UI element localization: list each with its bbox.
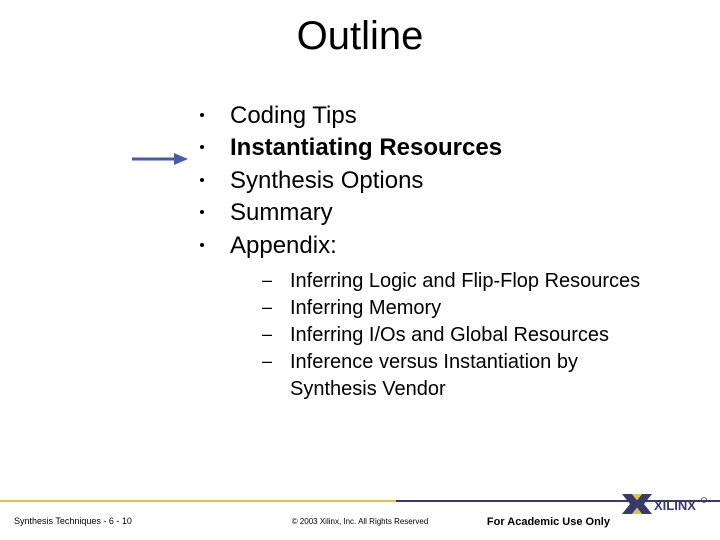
item-text: Coding Tips (230, 102, 357, 129)
footer-copyright: © 2003 Xilinx, Inc. All Rights Reserved (0, 517, 720, 526)
subitem-text: Inference versus Instantiation by Synthe… (290, 351, 578, 400)
item-text: Summary (230, 199, 333, 226)
appendix-item: –Inferring Logic and Flip-Flop Resources (290, 268, 720, 295)
appendix-item: –Inference versus Instantiation by Synth… (290, 349, 720, 403)
item-text: Appendix: (230, 232, 337, 259)
content-area: Coding Tips Instantiating Resources Synt… (0, 100, 720, 403)
slide: { "title": "Outline", "items": [ { "text… (0, 0, 720, 540)
subitem-text: Inferring I/Os and Global Resources (290, 324, 609, 346)
outline-item: Appendix: (230, 230, 720, 262)
svg-text:XILINX: XILINX (654, 498, 696, 513)
outline-item: Coding Tips (230, 100, 720, 132)
footer-right-text: For Academic Use Only (487, 516, 610, 528)
item-text: Instantiating Resources (230, 134, 502, 161)
outline-list: Coding Tips Instantiating Resources Synt… (230, 100, 720, 262)
xilinx-logo: XILINX R (618, 490, 708, 526)
appendix-item: –Inferring I/Os and Global Resources (290, 322, 720, 349)
subitem-text: Inferring Memory (290, 297, 441, 319)
slide-title: Outline (0, 14, 720, 59)
subitem-text: Inferring Logic and Flip-Flop Resources (290, 270, 640, 292)
appendix-item: –Inferring Memory (290, 295, 720, 322)
item-text: Synthesis Options (230, 167, 423, 194)
outline-item: Instantiating Resources (230, 132, 720, 164)
footer-divider (0, 500, 720, 502)
outline-item: Summary (230, 197, 720, 229)
appendix-list: –Inferring Logic and Flip-Flop Resources… (290, 268, 720, 403)
outline-item: Synthesis Options (230, 165, 720, 197)
